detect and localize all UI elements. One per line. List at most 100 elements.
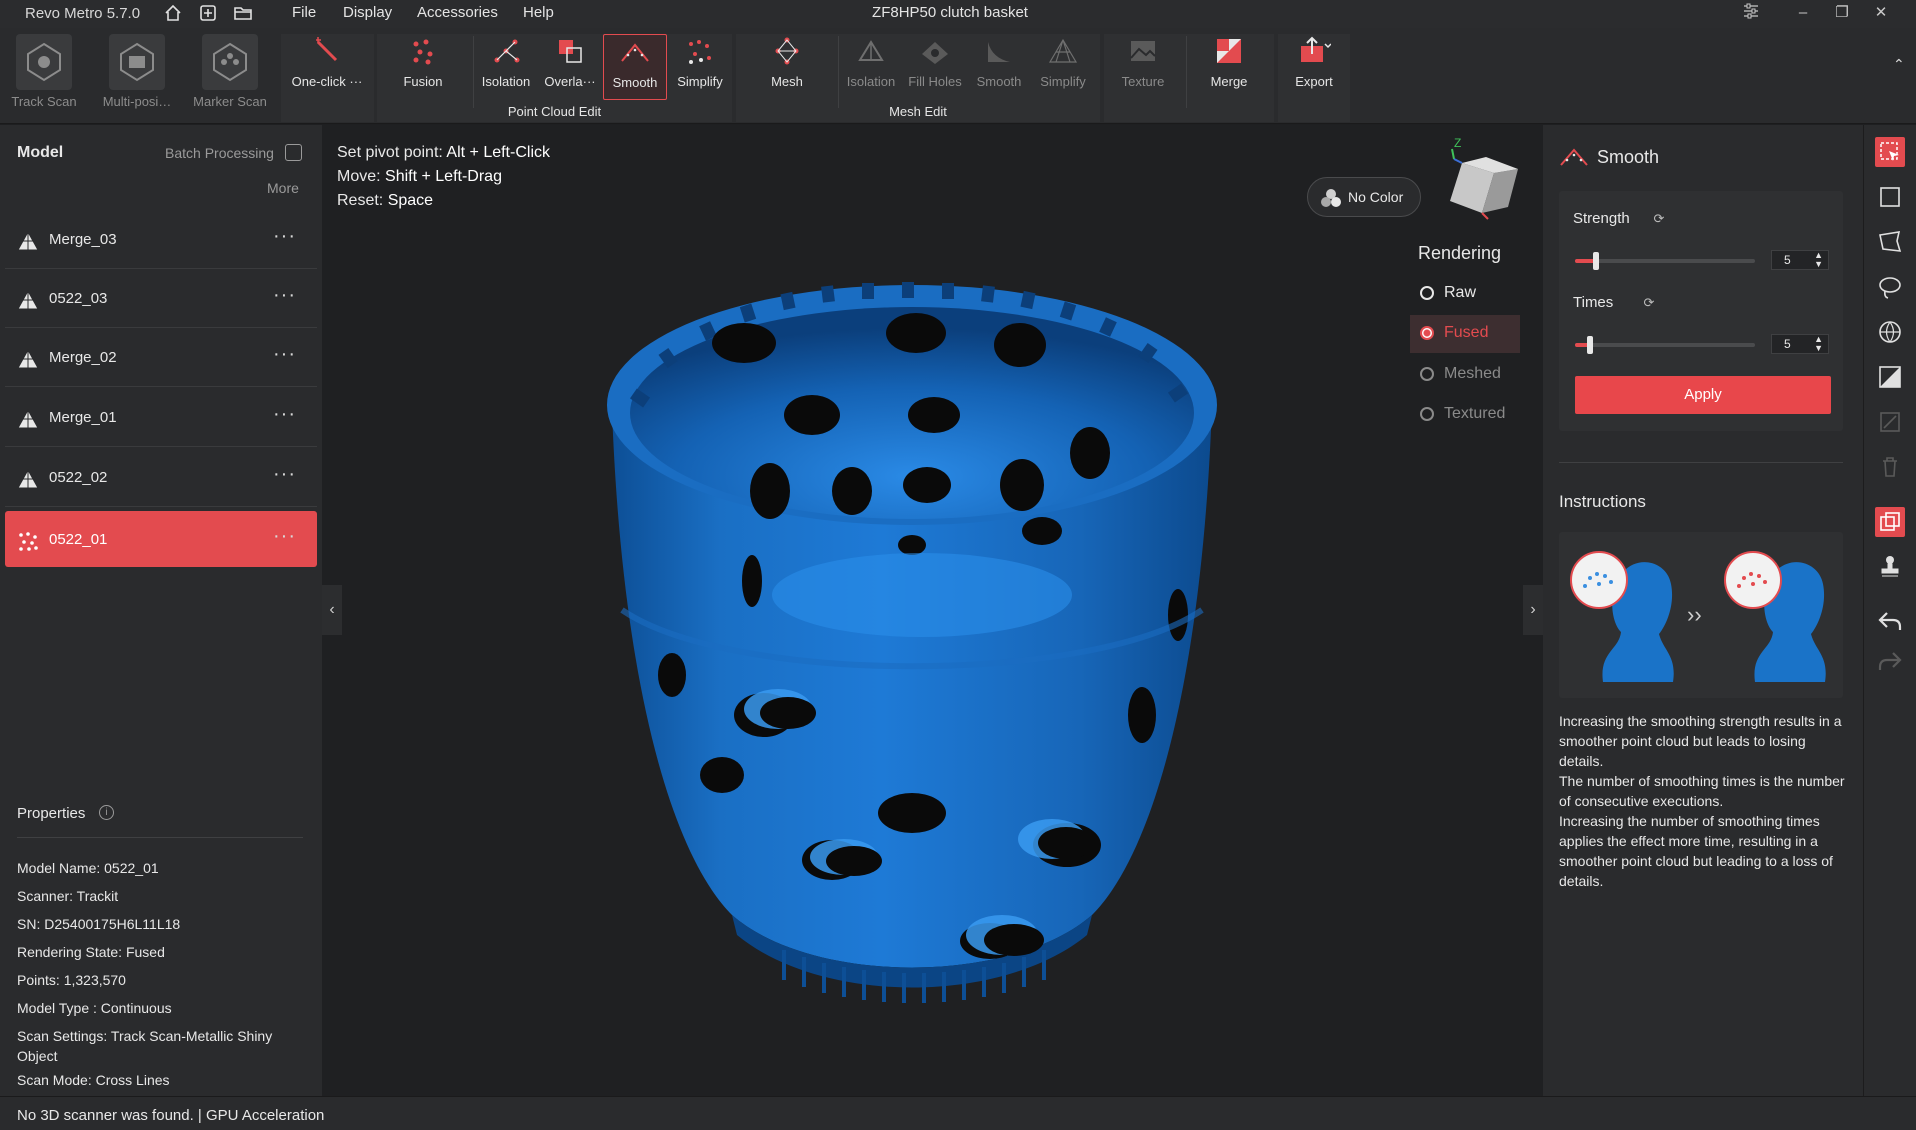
more-options-icon[interactable]: ··· — [273, 225, 296, 248]
undo-button[interactable] — [1875, 606, 1905, 636]
model-name: 0522_01 — [49, 531, 108, 548]
rendering-option-fused[interactable]: Fused — [1410, 315, 1520, 353]
fusion-button[interactable]: Fusion — [390, 34, 456, 89]
new-project-icon[interactable] — [198, 3, 218, 23]
overlap-view-button[interactable] — [1875, 507, 1905, 537]
no-color-toggle[interactable]: No Color — [1307, 177, 1421, 217]
svg-text:››: ›› — [1687, 602, 1702, 627]
export-button[interactable]: Export — [1284, 34, 1344, 89]
strength-spinbox[interactable]: 5 ▲ ▼ — [1771, 250, 1829, 270]
smooth-icon — [1560, 148, 1588, 166]
menu-display[interactable]: Display — [343, 4, 392, 21]
restore-icon[interactable]: ❐ — [1830, 2, 1854, 24]
model-name: Merge_03 — [49, 231, 117, 248]
close-icon[interactable]: ✕ — [1869, 2, 1893, 24]
model-list-item[interactable]: Merge_02 ··· — [5, 329, 317, 387]
brush-select-button[interactable] — [1875, 317, 1905, 347]
mesh-icon — [775, 37, 799, 65]
stamp-tool-button[interactable] — [1875, 552, 1905, 582]
undo-icon — [1878, 612, 1902, 630]
strength-value: 5 — [1784, 253, 1791, 267]
more-options-icon[interactable]: ··· — [273, 343, 296, 366]
times-spinbox[interactable]: 5 ▲ ▼ — [1771, 334, 1829, 354]
model-title: Model — [17, 144, 64, 161]
model-list-item[interactable]: Merge_03 ··· — [5, 211, 317, 269]
apply-button[interactable]: Apply — [1575, 376, 1831, 414]
batch-processing-icon[interactable] — [285, 144, 302, 161]
more-options-icon[interactable]: ··· — [273, 284, 296, 307]
smooth-pointcloud-button[interactable]: Smooth — [603, 34, 667, 100]
more-options-icon[interactable]: ··· — [273, 525, 296, 548]
lasso-select-button[interactable] — [1875, 272, 1905, 302]
mesh-simplify-icon — [1048, 38, 1078, 63]
collapse-left-panel-button[interactable]: ‹ — [322, 585, 342, 635]
strength-slider-handle[interactable] — [1593, 252, 1599, 270]
delete-button[interactable] — [1875, 452, 1905, 482]
merge-button[interactable]: Merge — [1196, 34, 1262, 89]
view-cube[interactable]: Z — [1432, 133, 1528, 233]
redo-button[interactable] — [1875, 646, 1905, 676]
settings-sliders-icon[interactable] — [1739, 2, 1763, 24]
texture-button[interactable]: Texture — [1110, 34, 1176, 89]
model-name: 0522_03 — [49, 290, 108, 307]
strength-reset-icon[interactable]: ⟳ — [1652, 212, 1666, 226]
invert-selection-button[interactable] — [1875, 407, 1905, 437]
3d-viewport[interactable]: Set pivot point: Alt + Left-Click Move: … — [322, 125, 1543, 1096]
mesh-isolation-button[interactable]: Isolation — [838, 34, 904, 89]
simplify-pointcloud-button[interactable]: Simplify — [668, 34, 732, 89]
multi-position-scan-button[interactable]: Multi-posi… — [93, 32, 181, 118]
rendering-option-meshed[interactable]: Meshed — [1410, 356, 1520, 394]
model-list-item[interactable]: Merge_01 ··· — [5, 389, 317, 447]
more-link[interactable]: More — [267, 180, 299, 196]
isolation-button[interactable]: Isolation — [473, 34, 539, 89]
mesh-simplify-button[interactable]: Simplify — [1030, 34, 1096, 89]
times-slider[interactable] — [1575, 336, 1755, 354]
home-icon[interactable] — [163, 3, 183, 23]
track-scan-button[interactable]: Track Scan — [0, 32, 88, 118]
overlap-button[interactable]: Overla··· — [537, 34, 603, 89]
globe-select-icon — [1879, 321, 1901, 343]
model-panel: Model Batch Processing More Merge_03 ···… — [0, 125, 322, 1096]
model-list-item[interactable]: 0522_02 ··· — [5, 449, 317, 507]
model-list-item-selected[interactable]: 0522_01 ··· — [5, 511, 317, 567]
times-slider-handle[interactable] — [1587, 336, 1593, 354]
fill-holes-button[interactable]: Fill Holes — [902, 34, 968, 89]
plane-select-button[interactable] — [1875, 362, 1905, 392]
model-name: 0522_02 — [49, 469, 108, 486]
property-scanner: Scanner: Trackit — [17, 888, 119, 904]
rectangle-select-button[interactable] — [1875, 182, 1905, 212]
one-click-button[interactable]: One-click ··· — [283, 34, 371, 89]
info-icon[interactable]: i — [99, 805, 114, 820]
clutch-basket-model — [607, 282, 1217, 1003]
model-list-item[interactable]: 0522_03 ··· — [5, 270, 317, 328]
property-rendering-state: Rendering State: Fused — [17, 944, 165, 960]
fill-holes-label: Fill Holes — [908, 74, 962, 89]
menu-file[interactable]: File — [292, 4, 316, 21]
spin-arrows-icon[interactable]: ▲ ▼ — [1814, 251, 1823, 269]
select-tool-button[interactable] — [1875, 137, 1905, 167]
menu-accessories[interactable]: Accessories — [417, 4, 498, 21]
strength-slider[interactable] — [1575, 252, 1755, 270]
mesh-label: Mesh — [771, 74, 803, 89]
open-folder-icon[interactable] — [233, 3, 253, 23]
rendering-option-textured[interactable]: Textured — [1410, 396, 1520, 434]
minimize-icon[interactable]: – — [1791, 2, 1815, 24]
times-reset-icon[interactable]: ⟳ — [1642, 296, 1656, 310]
polygon-select-button[interactable] — [1875, 227, 1905, 257]
spin-arrows-icon[interactable]: ▲ ▼ — [1814, 335, 1823, 353]
rendering-title: Rendering — [1418, 243, 1502, 263]
marker-scan-button[interactable]: Marker Scan — [186, 32, 274, 118]
divider — [17, 837, 303, 838]
more-options-icon[interactable]: ··· — [273, 463, 296, 486]
menu-help[interactable]: Help — [523, 4, 554, 21]
collapse-toolbar-icon[interactable]: ⌃ — [1893, 56, 1905, 73]
collapse-right-panel-button[interactable]: › — [1523, 585, 1543, 635]
multi-position-icon — [109, 34, 165, 90]
mesh-button[interactable]: Mesh — [752, 34, 822, 89]
more-options-icon[interactable]: ··· — [273, 403, 296, 426]
times-label: Times — [1573, 294, 1614, 311]
rendering-option-raw[interactable]: Raw — [1410, 275, 1520, 313]
batch-processing-link[interactable]: Batch Processing — [165, 145, 274, 161]
separator — [1186, 36, 1187, 108]
mesh-smooth-button[interactable]: Smooth — [966, 34, 1032, 89]
